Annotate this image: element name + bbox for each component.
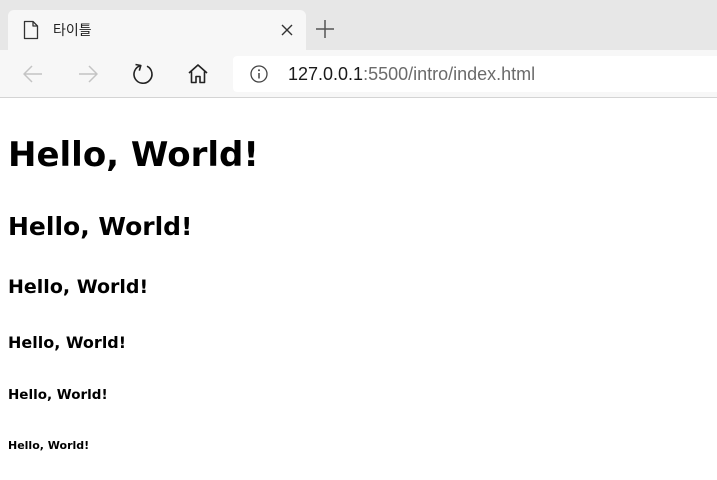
- back-arrow-icon[interactable]: [21, 62, 45, 86]
- url-host: 127.0.0.1: [288, 64, 364, 84]
- home-icon[interactable]: [186, 62, 210, 86]
- url-path: :5500/intro/index.html: [363, 64, 536, 84]
- page-content: Hello, World! Hello, World! Hello, World…: [0, 99, 717, 480]
- info-icon[interactable]: [250, 65, 268, 83]
- url-text[interactable]: 127.0.0.1:5500/intro/index.html: [288, 63, 535, 85]
- navigation-toolbar: 127.0.0.1:5500/intro/index.html: [0, 50, 717, 98]
- heading-4: Hello, World!: [8, 333, 127, 352]
- heading-1: Hello, World!: [8, 135, 259, 175]
- address-bar[interactable]: 127.0.0.1:5500/intro/index.html: [233, 56, 717, 92]
- heading-2: Hello, World!: [8, 212, 193, 241]
- tab-title: 타이틀: [53, 22, 92, 38]
- page-icon: [22, 20, 40, 40]
- heading-5: Hello, World!: [8, 387, 108, 403]
- active-tab[interactable]: 타이틀: [8, 10, 306, 50]
- browser-window: 타이틀 127.0.0.1:5500/intro/index.html Hell…: [0, 0, 717, 480]
- forward-arrow-icon[interactable]: [76, 62, 100, 86]
- heading-3: Hello, World!: [8, 276, 149, 298]
- new-tab-button[interactable]: [314, 18, 336, 40]
- heading-6: Hello, World!: [8, 439, 90, 452]
- refresh-icon[interactable]: [131, 62, 155, 86]
- tab-strip: 타이틀: [0, 0, 717, 50]
- close-icon[interactable]: [278, 21, 296, 39]
